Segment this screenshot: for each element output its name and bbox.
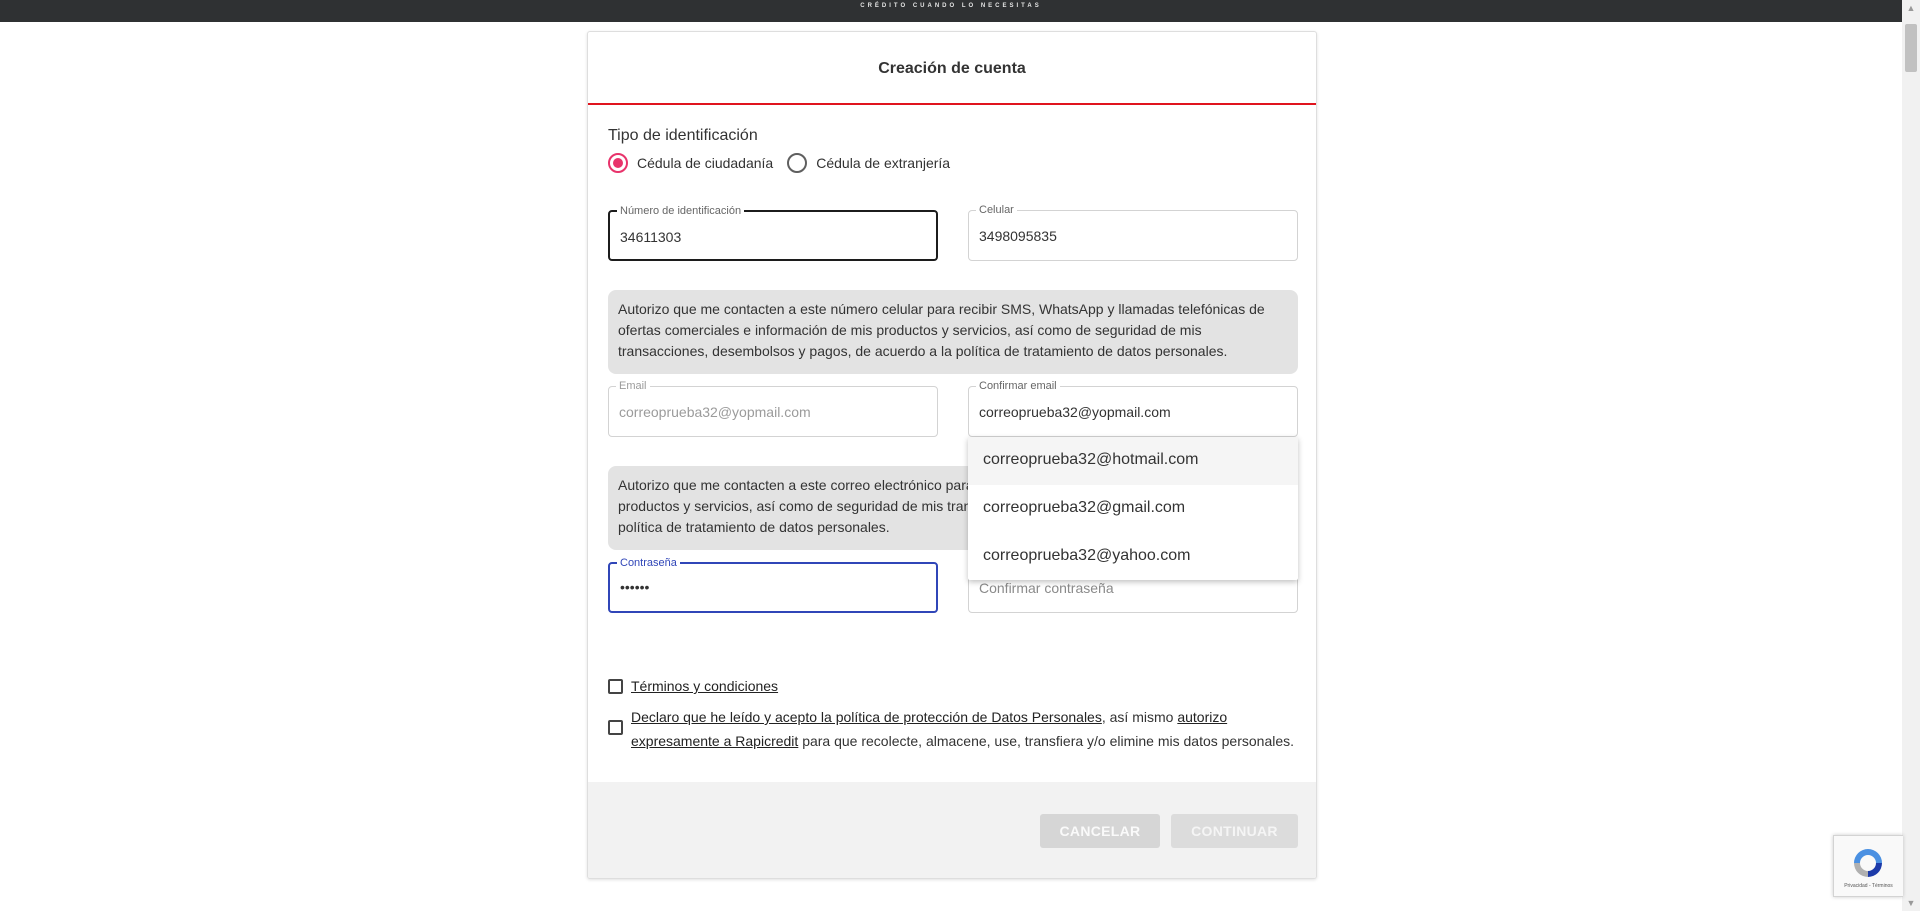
privacy-checkbox[interactable] [608, 720, 623, 735]
privacy-policy-link[interactable]: Declaro que he leído y acepto la polític… [631, 709, 1102, 725]
email-field[interactable]: Email correoprueba32@yopmail.com [608, 380, 938, 437]
privacy-check-row: Declaro que he leído y acepto la polític… [608, 705, 1298, 753]
scrollbar-thumb[interactable] [1905, 24, 1917, 72]
continue-button[interactable]: CONTINUAR [1171, 814, 1298, 848]
card-footer: CANCELAR CONTINUAR [588, 782, 1316, 878]
field-value: correoprueba32@yopmail.com [979, 404, 1171, 420]
page-title: Creación de cuenta [878, 60, 1026, 77]
recaptcha-icon [1854, 849, 1882, 877]
privacy-text: Declaro que he leído y acepto la polític… [631, 705, 1294, 753]
terms-checkbox[interactable] [608, 679, 623, 694]
field-value: correoprueba32@yopmail.com [619, 404, 811, 420]
radio-label: Cédula de extranjería [816, 155, 951, 171]
account-creation-card: Creación de cuenta Tipo de identificació… [587, 31, 1317, 879]
radio-cedula-ciudadania[interactable]: Cédula de ciudadanía [608, 153, 773, 173]
card-header: Creación de cuenta [588, 32, 1316, 105]
radio-label: Cédula de ciudadanía [637, 155, 774, 171]
email-suggestion-item[interactable]: correoprueba32@yahoo.com [968, 533, 1298, 581]
id-type-label: Tipo de identificación [608, 127, 758, 144]
tagline: CRÉDITO CUANDO LO NECESITAS [860, 3, 1042, 9]
terms-link[interactable]: Términos y condiciones [631, 678, 778, 694]
radio-cedula-extranjeria[interactable]: Cédula de extranjería [787, 153, 950, 173]
scroll-down-icon[interactable]: ▼ [1902, 895, 1920, 911]
email-suggestion-item[interactable]: correoprueba32@gmail.com [968, 485, 1298, 533]
field-value: 3498095835 [979, 228, 1057, 244]
phone-field[interactable]: Celular 3498095835 [968, 204, 1298, 261]
field-label: Número de identificación [617, 205, 745, 217]
field-label: Confirmar email [976, 380, 1060, 392]
terms-text: Términos y condiciones [631, 674, 778, 698]
cancel-button[interactable]: CANCELAR [1040, 814, 1160, 848]
field-value: •••••• [620, 579, 650, 595]
radio-unchecked-icon [787, 153, 808, 173]
confirm-email-field[interactable]: Confirmar email correoprueba32@yopmail.c… [968, 380, 1298, 437]
id-number-field[interactable]: Número de identificación 34611303 [608, 205, 938, 261]
field-placeholder: Confirmar contraseña [979, 580, 1114, 596]
field-label: Email [616, 380, 650, 392]
privacy-text-mid: , así mismo [1101, 709, 1178, 725]
phone-consent-notice: Autorizo que me contacten a este número … [608, 290, 1298, 374]
recaptcha-badge[interactable]: Privacidad - Términos [1833, 835, 1903, 897]
id-type-radio-group: Cédula de ciudadanía Cédula de extranjer… [608, 153, 964, 173]
privacy-text-tail: para que recolecte, almacene, use, trans… [798, 733, 1295, 749]
field-label: Celular [976, 204, 1017, 216]
authorize-link-cont[interactable]: expresamente a Rapicredit [631, 733, 798, 749]
authorize-link[interactable]: autorizo [1177, 709, 1227, 725]
email-suggestion-item[interactable]: correoprueba32@hotmail.com [968, 437, 1298, 485]
terms-check-row: Términos y condiciones [608, 674, 778, 698]
field-value: 34611303 [620, 229, 682, 245]
top-bar: CRÉDITO CUANDO LO NECESITAS [0, 0, 1902, 22]
scroll-up-icon[interactable]: ▲ [1902, 0, 1920, 16]
radio-checked-icon [608, 153, 628, 173]
field-label: Contraseña [617, 557, 680, 569]
password-field[interactable]: Contraseña •••••• [608, 557, 938, 613]
recaptcha-links: Privacidad - Términos [1844, 883, 1893, 889]
page-scrollbar[interactable]: ▲ ▼ [1902, 0, 1920, 911]
email-suggestions-dropdown: correoprueba32@hotmail.com correoprueba3… [968, 437, 1298, 580]
